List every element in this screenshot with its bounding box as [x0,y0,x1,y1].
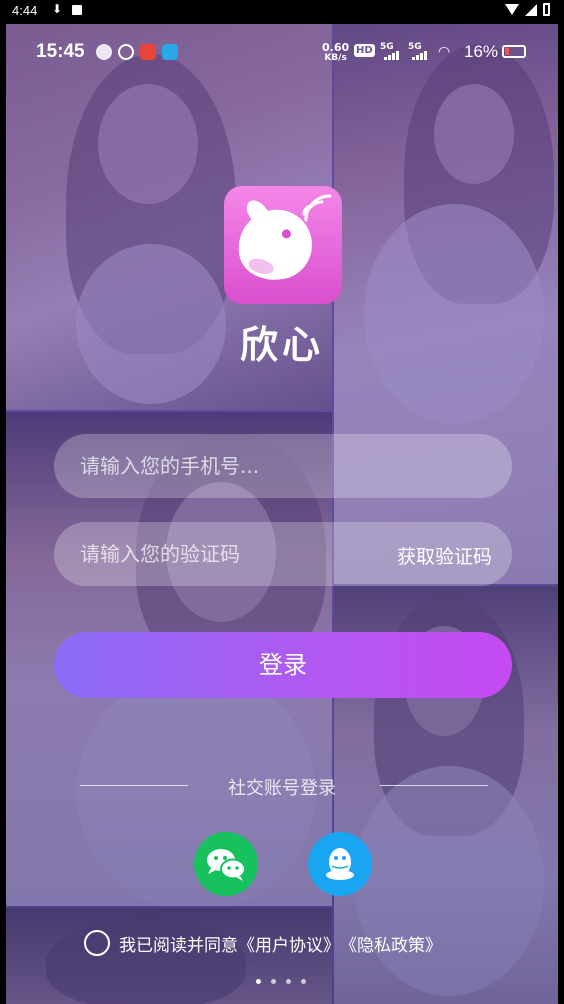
qq-penguin-icon [326,848,354,880]
wechat-notification-icon [96,44,112,60]
get-code-button[interactable]: 获取验证码 [397,542,492,569]
carousel-dot [256,979,261,984]
divider-line [380,785,488,786]
app-status-bar: 15:45 0.60 KB/s HD 5G 5G ◠ 16% [6,24,558,78]
battery-percent: 16% [464,42,499,61]
download-icon: ⬇ [52,2,63,16]
notification-icons [96,44,178,60]
status-time: 15:45 [36,41,85,62]
color-overlay [6,24,558,1004]
device-time: 4:44 [12,3,38,18]
app-name: 欣心 [239,323,324,367]
user-agreement-link[interactable]: 《用户协议》 [238,931,340,956]
carousel-indicator [256,979,306,984]
social-login-title: 社交账号登录 [228,778,336,799]
qq-login-button[interactable] [308,832,372,896]
network-speed: 0.60 KB/s [322,41,350,63]
carousel-dot [286,979,291,984]
phone-input[interactable] [80,434,380,498]
sim2-signal-icon [412,51,427,60]
agree-radio[interactable] [84,930,110,956]
login-screen: 15:45 0.60 KB/s HD 5G 5G ◠ 16% 欣心 请输入您的手… [6,24,558,1004]
agreement-row: 我已阅读并同意 《用户协议》 《隐私政策》 [84,930,442,956]
agree-text: 我已阅读并同意 [119,935,238,956]
privacy-policy-link[interactable]: 《隐私政策》 [340,931,442,956]
wechat-icon [207,849,246,881]
hd-voice-icon: HD [354,44,375,57]
wifi-icon: ◠ [438,44,451,60]
signal-waves-icon [302,194,332,222]
verification-code-field[interactable]: 获取验证码 [54,522,512,586]
wechat-login-button[interactable] [194,832,258,896]
app-logo [224,186,342,304]
battery-icon [543,3,550,16]
carousel-dot [271,979,276,984]
notification-icon [72,5,82,15]
verification-code-input[interactable] [80,522,380,586]
carousel-dot [301,979,306,984]
battery-icon [502,45,526,58]
app-notification-icon [118,44,134,60]
store-notification-icon [140,44,156,60]
wifi-icon [505,4,519,15]
telegram-notification-icon [162,44,178,60]
signal-icon [525,3,537,16]
login-button[interactable]: 登录 [54,632,512,698]
device-status-bar: 4:44 ⬇ [0,0,564,24]
phone-field[interactable] [54,434,512,498]
sim1-signal-icon [384,51,399,60]
